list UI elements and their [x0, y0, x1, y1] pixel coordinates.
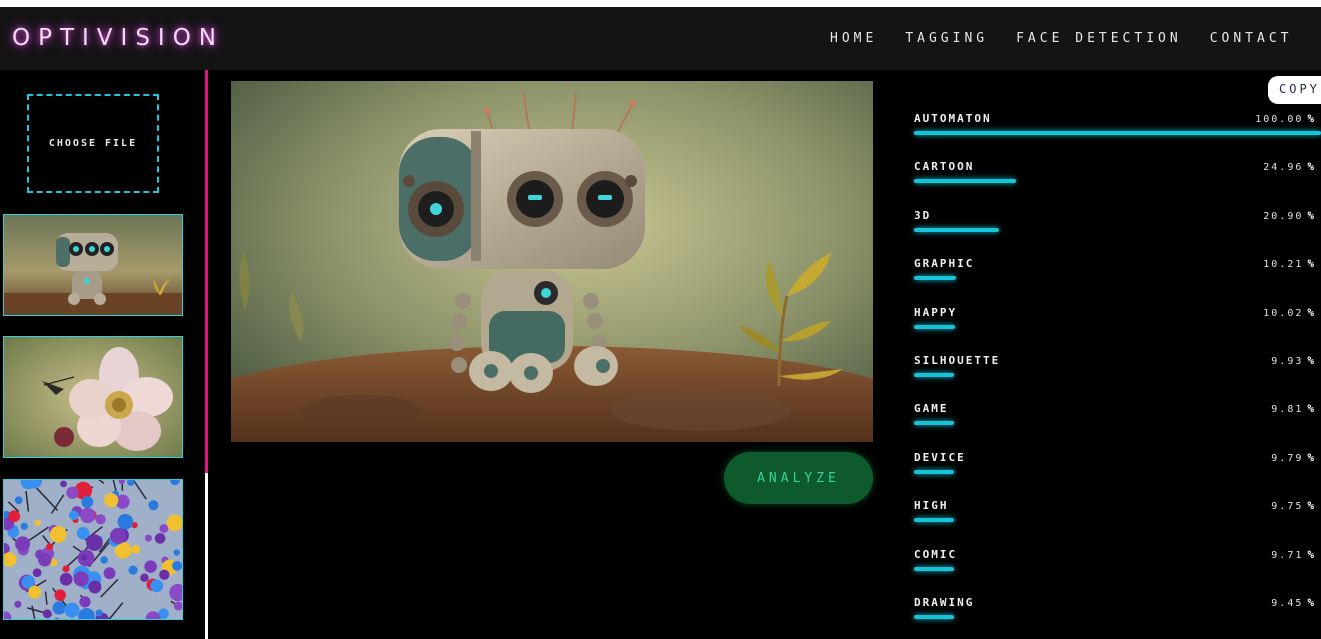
tag-confidence-bar: [914, 615, 954, 619]
percent-sign: %: [1307, 547, 1316, 561]
tag-confidence-bar: [914, 373, 955, 377]
nav-face-detection[interactable]: FACE DETECTION: [1016, 31, 1182, 46]
flower-thumbnail[interactable]: [3, 336, 183, 458]
tag-row: CARTOON 24.96%: [914, 160, 1316, 208]
tag-row: DEVICE 9.79%: [914, 451, 1316, 499]
tag-confidence-bar: [914, 469, 954, 474]
percent-sign: %: [1307, 354, 1316, 367]
tag-row: COMIC 9.71%: [914, 548, 1316, 596]
robot-thumbnail-image: [4, 215, 182, 315]
top-strip: [0, 0, 1321, 7]
tag-confidence-bar: [914, 566, 954, 571]
tag-percentage: 100.00%: [1255, 112, 1316, 125]
tag-value: 9.71: [1271, 549, 1304, 561]
tag-row: GAME 9.81%: [914, 402, 1316, 450]
flower-thumbnail-image: [4, 337, 182, 457]
tag-row: DRAWING 9.45%: [914, 596, 1316, 639]
tag-value: 10.02: [1263, 307, 1304, 319]
tag-value: 9.79: [1271, 452, 1304, 464]
tag-name: HIGH: [914, 499, 949, 513]
tag-name: GRAPHIC: [914, 257, 975, 271]
tag-percentage: 9.81%: [1271, 402, 1316, 415]
tag-confidence-bar: [914, 518, 954, 523]
nav-home[interactable]: HOME: [830, 31, 877, 46]
tag-confidence-bar: [914, 421, 954, 426]
tag-percentage: 10.21%: [1263, 257, 1316, 270]
tag-confidence-bar: [914, 227, 1000, 232]
tag-name: 3D: [914, 208, 932, 222]
tag-percentage: 9.75%: [1271, 499, 1316, 512]
percent-sign: %: [1307, 112, 1316, 125]
tag-row: SILHOUETTE 9.93%: [914, 354, 1316, 402]
tag-value: 9.81: [1271, 404, 1304, 416]
tag-name: DEVICE: [914, 450, 966, 464]
tag-name: AUTOMATON: [914, 112, 992, 125]
tag-row: HIGH 9.75%: [914, 499, 1316, 547]
tag-row: 3D 20.90%: [914, 209, 1316, 257]
tag-percentage: 20.90%: [1263, 209, 1316, 222]
percent-sign: %: [1307, 450, 1316, 464]
copy-button[interactable]: COPY: [1268, 76, 1321, 104]
percent-sign: %: [1307, 499, 1316, 513]
molecules-thumbnail-image: [4, 480, 182, 619]
tag-name: SILHOUETTE: [914, 354, 1001, 367]
percent-sign: %: [1307, 596, 1316, 609]
percent-sign: %: [1307, 208, 1316, 222]
tag-row: AUTOMATON 100.00%: [914, 112, 1321, 160]
robot-preview: [231, 81, 873, 442]
robot-thumbnail[interactable]: [3, 214, 183, 316]
sidebar-scroll-track: [205, 473, 208, 639]
tag-confidence-bar: [914, 179, 1016, 184]
sidebar-scroll-indicator: [205, 70, 208, 473]
header: OPTIVISION HOME TAGGING FACE DETECTION C…: [0, 7, 1321, 70]
percent-sign: %: [1307, 160, 1316, 174]
tag-percentage: 24.96%: [1263, 160, 1316, 173]
nav-tagging[interactable]: TAGGING: [905, 31, 988, 46]
tag-percentage: 9.79%: [1271, 451, 1316, 464]
tag-value: 20.90: [1263, 210, 1304, 222]
tag-value: 24.96: [1263, 162, 1304, 174]
tag-name: HAPPY: [914, 305, 958, 319]
tag-row: HAPPY 10.02%: [914, 306, 1316, 354]
tag-value: 9.93: [1271, 356, 1304, 367]
tag-value: 10.21: [1263, 259, 1304, 271]
tag-confidence-bar: [914, 131, 1321, 135]
tag-confidence-bar: [914, 276, 956, 281]
main-preview-image: [231, 81, 873, 442]
percent-sign: %: [1307, 402, 1316, 416]
tag-value: 9.45: [1271, 598, 1304, 609]
tag-name: DRAWING: [914, 596, 975, 609]
tag-value: 9.75: [1271, 501, 1304, 513]
nav-contact[interactable]: CONTACT: [1210, 31, 1293, 46]
molecules-thumbnail[interactable]: [3, 479, 183, 620]
choose-file-button[interactable]: CHOOSE FILE: [27, 94, 159, 193]
logo[interactable]: OPTIVISION: [12, 25, 224, 51]
tag-name: GAME: [914, 402, 949, 416]
tag-percentage: 10.02%: [1263, 306, 1316, 319]
tag-name: CARTOON: [914, 160, 975, 174]
tag-percentage: 9.45%: [1271, 596, 1316, 609]
tag-name: COMIC: [914, 547, 958, 561]
tag-percentage: 9.93%: [1271, 354, 1316, 367]
tag-percentage: 9.71%: [1271, 548, 1316, 561]
tag-row: GRAPHIC 10.21%: [914, 257, 1316, 305]
main-nav: HOME TAGGING FACE DETECTION CONTACT: [830, 31, 1292, 46]
percent-sign: %: [1307, 257, 1316, 271]
tag-value: 100.00: [1255, 114, 1304, 125]
tag-confidence-bar: [914, 324, 955, 329]
analyze-button[interactable]: ANALYZE: [724, 452, 873, 504]
percent-sign: %: [1307, 305, 1316, 319]
